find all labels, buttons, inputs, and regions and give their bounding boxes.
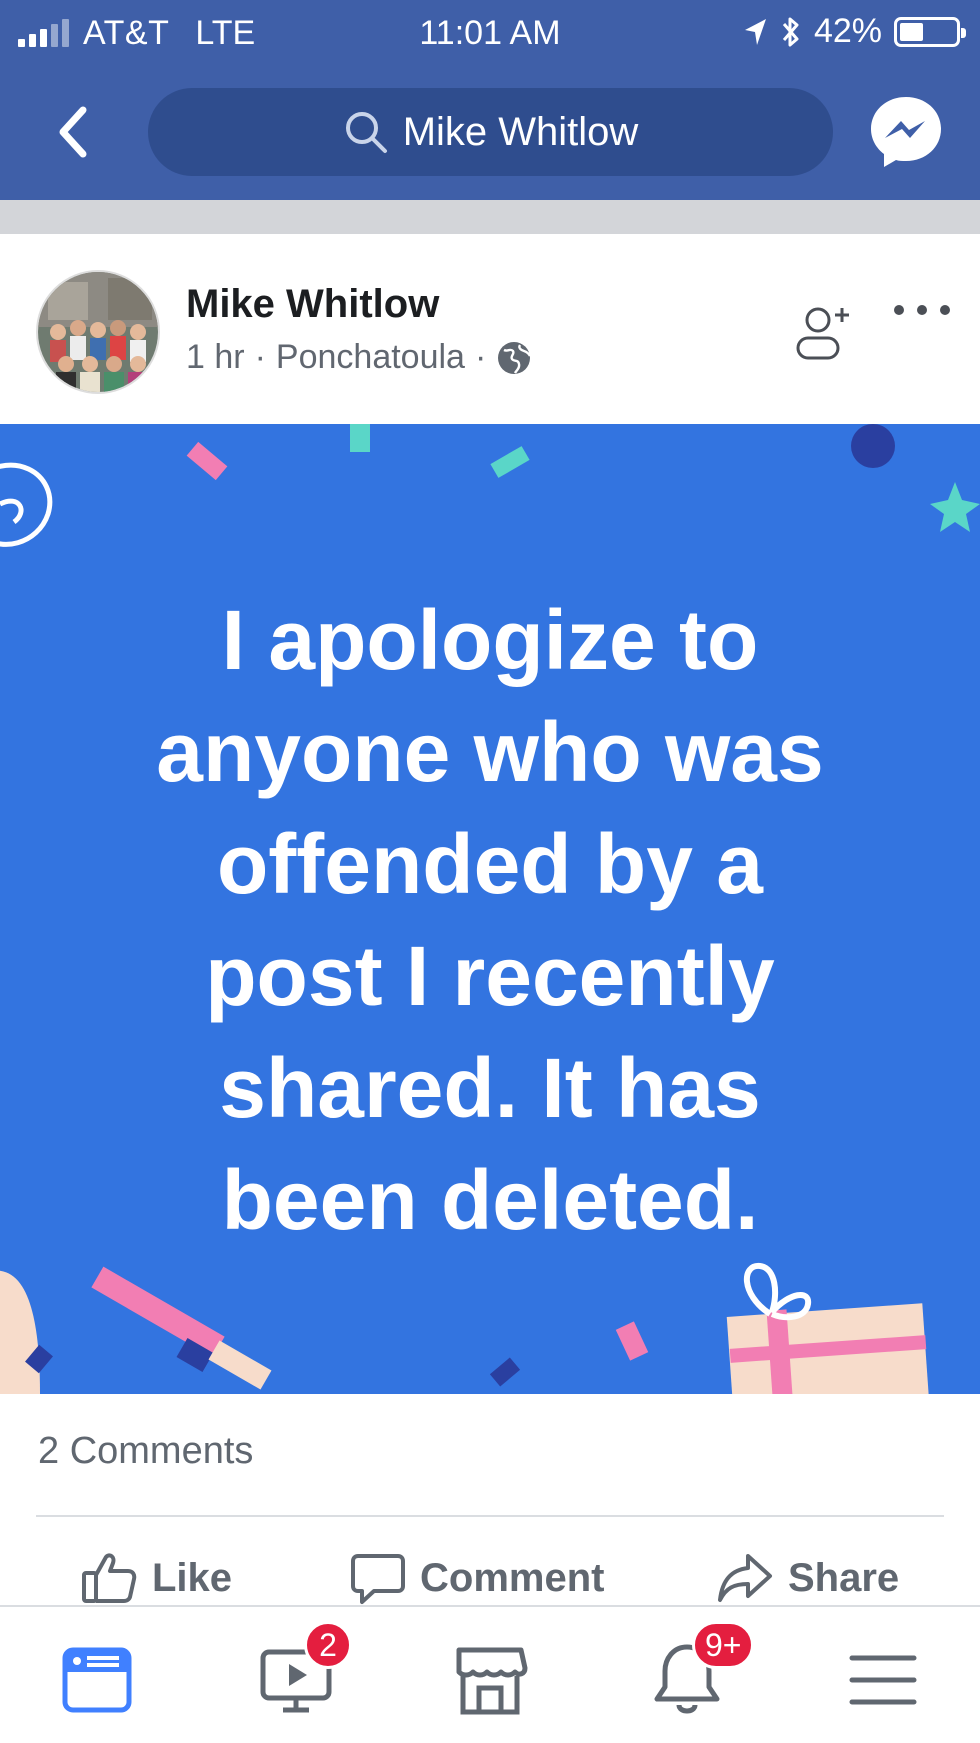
search-bar[interactable]: Mike Whitlow — [148, 88, 833, 176]
post-message-line: I apologize to — [221, 593, 759, 687]
meta-separator: · — [254, 338, 266, 376]
post-message-line: offended by a — [216, 817, 764, 911]
post-actions: Like Comment Share — [0, 1545, 980, 1611]
post-message-line: post I recently — [205, 929, 775, 1023]
share-label: Share — [788, 1555, 900, 1600]
tab-marketplace[interactable] — [445, 1635, 535, 1725]
battery-percent: 42% — [813, 12, 882, 50]
post-location[interactable]: Ponchatoula — [276, 338, 465, 377]
post-message-line: anyone who was — [156, 705, 824, 799]
status-bar: AT&T LTE 11:01 AM 42% — [0, 0, 980, 70]
battery-icon — [894, 16, 966, 47]
bottom-tab-bar: 2 9+ — [0, 1605, 980, 1743]
post-body: I apologize to anyone who was offended b… — [0, 424, 980, 1394]
post-time[interactable]: 1 hr — [186, 338, 245, 377]
app-header: AT&T LTE 11:01 AM 42% Mike Whitlow — [0, 0, 980, 200]
avatar[interactable] — [36, 270, 160, 394]
search-icon — [345, 112, 387, 153]
thumbs-up-icon — [82, 1553, 137, 1603]
add-friend-button[interactable] — [790, 298, 860, 368]
post-message-line: shared. It has — [219, 1041, 761, 1135]
chevron-left-icon — [59, 106, 87, 158]
action-divider — [36, 1515, 944, 1517]
more-options-button[interactable] — [894, 290, 950, 330]
share-button[interactable]: Share — [716, 1545, 899, 1611]
like-button[interactable]: Like — [80, 1545, 232, 1611]
add-friend-icon — [796, 307, 849, 360]
messenger-button[interactable] — [866, 92, 946, 172]
notifications-badge: 9+ — [692, 1621, 755, 1669]
like-label: Like — [152, 1555, 233, 1600]
comment-button[interactable]: Comment — [350, 1545, 604, 1611]
post-message-line: been deleted. — [221, 1153, 759, 1247]
tab-notifications[interactable]: 9+ — [642, 1621, 755, 1725]
bluetooth-icon — [782, 17, 799, 46]
post-header: Mike Whitlow 1 hr · Ponchatoula · — [0, 234, 980, 424]
share-icon — [718, 1554, 772, 1602]
location-arrow-icon — [744, 18, 766, 45]
tab-news-feed[interactable] — [52, 1635, 142, 1725]
news-feed-icon — [62, 1647, 132, 1713]
tab-menu[interactable] — [838, 1635, 928, 1725]
messenger-icon — [871, 97, 941, 167]
post-author-name[interactable]: Mike Whitlow — [186, 282, 439, 327]
feed-divider — [0, 200, 980, 234]
menu-icon — [849, 1655, 917, 1705]
marketplace-icon — [456, 1647, 528, 1715]
comments-count[interactable]: 2 Comments — [38, 1430, 253, 1473]
back-button[interactable] — [42, 104, 102, 160]
globe-icon — [498, 341, 532, 374]
meta-separator: · — [474, 338, 487, 376]
comment-label: Comment — [420, 1555, 605, 1600]
post-meta: 1 hr · Ponchatoula · — [186, 338, 532, 377]
video-badge: 2 — [304, 1621, 352, 1669]
comment-icon — [351, 1554, 405, 1604]
post-message: I apologize to anyone who was offended b… — [40, 584, 940, 1256]
search-text: Mike Whitlow — [402, 109, 639, 154]
tab-watch[interactable]: 2 — [252, 1621, 352, 1725]
